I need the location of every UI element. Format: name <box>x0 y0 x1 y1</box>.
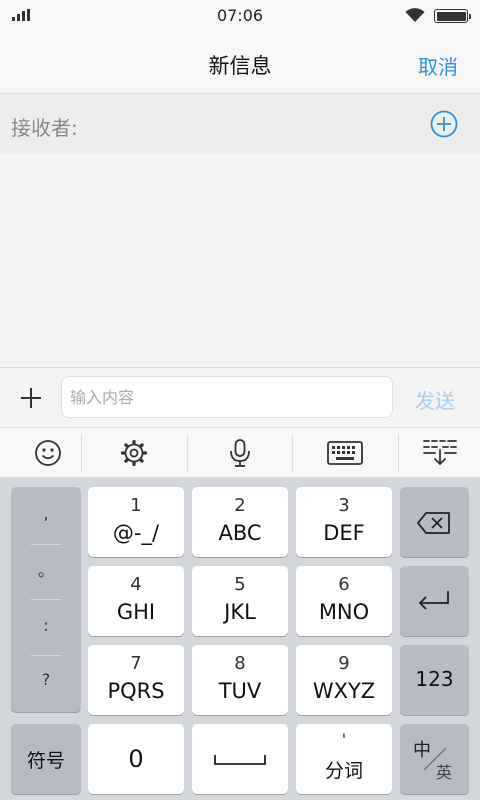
punctuation-question-key[interactable]: ? <box>11 653 81 707</box>
key-letters: WXYZ <box>312 679 376 703</box>
toolbar-divider <box>187 434 188 472</box>
keyboard-icon <box>327 441 363 465</box>
split-mark: ' <box>341 730 347 749</box>
message-input[interactable] <box>61 376 393 418</box>
cancel-button[interactable]: 取消 <box>418 51 458 80</box>
toolbar-divider <box>292 434 293 472</box>
key-7[interactable]: 7 PQRS <box>88 645 184 715</box>
symbols-key[interactable]: 符号 <box>11 724 81 794</box>
split-key-label: 分词 <box>324 760 363 782</box>
key-letters: DEF <box>323 521 365 545</box>
key-8[interactable]: 8 TUV <box>192 645 288 715</box>
key-number: 7 <box>130 653 142 674</box>
key-number: 8 <box>234 653 246 674</box>
lang-secondary-label: 英 <box>436 763 453 782</box>
key-number: 9 <box>338 653 350 674</box>
numbers-key[interactable]: 123 <box>400 645 469 715</box>
punctuation-comma-key[interactable]: , <box>11 487 81 541</box>
key-letters: GHI <box>116 600 156 624</box>
keyboard-toolbar <box>0 427 480 477</box>
punctuation-column[interactable]: , 。 : ? <box>11 487 81 712</box>
key-letters: ABC <box>218 521 262 545</box>
toolbar-divider <box>81 434 82 472</box>
voice-input-button[interactable] <box>192 428 288 478</box>
key-6[interactable]: 6 MNO <box>296 566 392 636</box>
key-2[interactable]: 2 ABC <box>192 487 288 557</box>
key-number: 2 <box>234 495 246 516</box>
status-bar: 07:06 <box>0 0 480 30</box>
add-attachment-icon[interactable] <box>17 384 45 412</box>
key-number: 1 <box>130 495 142 516</box>
emoji-icon <box>35 440 61 466</box>
key-number: 3 <box>338 495 350 516</box>
key-9[interactable]: 9 WXYZ <box>296 645 392 715</box>
numbers-key-label: 123 <box>415 667 454 691</box>
punctuation-colon-key[interactable]: : <box>11 599 81 653</box>
settings-button[interactable] <box>86 428 182 478</box>
battery-icon <box>434 9 471 23</box>
settings-icon <box>120 439 148 467</box>
key-3[interactable]: 3 DEF <box>296 487 392 557</box>
message-area <box>0 154 480 368</box>
page-title: 新信息 <box>208 54 272 78</box>
send-button[interactable]: 发送 <box>415 385 455 414</box>
recipient-label: 接收者: <box>11 116 78 140</box>
key-letters: TUV <box>218 679 262 703</box>
punctuation-period-key[interactable]: 。 <box>11 544 81 598</box>
key-number: 6 <box>338 574 350 595</box>
collapse-keyboard-icon <box>423 440 457 466</box>
wifi-icon <box>405 8 425 22</box>
keyboard: , 。 : ? 1 @-_/ 2 ABC 3 DEF 4 GHI 5 JKL 6… <box>0 477 480 800</box>
space-icon <box>214 755 266 765</box>
microphone-icon <box>230 439 250 467</box>
key-letters: MNO <box>318 600 370 624</box>
key-4[interactable]: 4 GHI <box>88 566 184 636</box>
key-letters: PQRS <box>107 679 165 703</box>
backspace-key[interactable] <box>400 487 469 557</box>
enter-icon <box>418 591 449 610</box>
zero-key-label: 0 <box>128 745 144 773</box>
key-letters: JKL <box>224 600 256 624</box>
key-letters: @-_/ <box>112 521 160 545</box>
split-word-key[interactable]: ' 分词 <box>296 724 392 794</box>
header: 新信息 取消 <box>0 30 480 94</box>
key-number: 4 <box>130 574 142 595</box>
space-key[interactable] <box>192 724 288 794</box>
keyboard-switch-button[interactable] <box>297 428 393 478</box>
key-1[interactable]: 1 @-_/ <box>88 487 184 557</box>
enter-key[interactable] <box>400 566 469 636</box>
key-number: 5 <box>234 574 246 595</box>
key-0[interactable]: 0 <box>88 724 184 794</box>
key-5[interactable]: 5 JKL <box>192 566 288 636</box>
add-recipient-icon[interactable] <box>430 110 458 138</box>
language-switch-key[interactable]: 中 英 <box>400 724 469 794</box>
compose-bar: 发送 <box>0 367 480 427</box>
backspace-icon <box>417 512 450 534</box>
symbols-key-label: 符号 <box>26 750 65 772</box>
recipient-row[interactable]: 接收者: <box>0 94 480 154</box>
collapse-keyboard-button[interactable] <box>392 428 480 478</box>
